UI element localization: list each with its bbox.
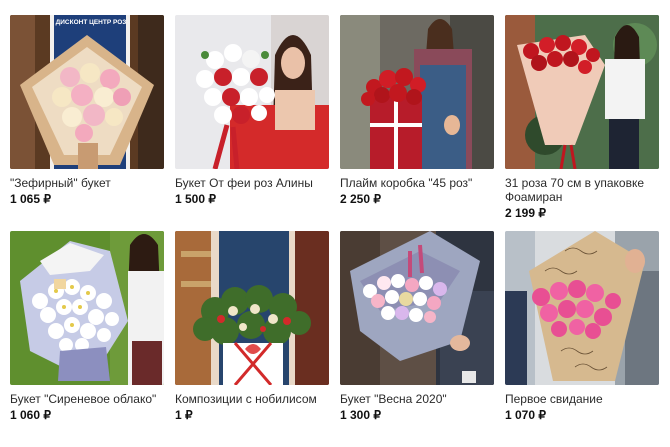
product-title[interactable]: Букет От феи роз Алины [175,176,329,190]
product-image-nobilis-composition[interactable] [175,231,329,385]
product-image-spring-mix[interactable] [340,231,494,385]
product-card[interactable]: ДИСКОНТ ЦЕНТР РОЗ "Зефирный" букет 1 065… [10,15,164,231]
product-card[interactable]: 31 роза 70 см в упаковке Фоамиран 2 199 … [505,15,659,231]
product-title[interactable]: "Зефирный" букет [10,176,164,190]
product-card[interactable]: Букет От феи роз Алины 1 500 ₽ [175,15,329,231]
apron-label: ДИСКОНТ ЦЕНТР РОЗ [56,19,127,26]
product-price: 1 065 ₽ [10,192,51,206]
product-price: 1 300 ₽ [340,408,381,422]
product-price: 2 250 ₽ [340,192,381,206]
product-title[interactable]: Плайм коробка "45 роз" [340,176,494,190]
product-card[interactable]: Букет "Весна 2020" 1 300 ₽ [340,231,494,447]
product-title[interactable]: Букет "Весна 2020" [340,392,494,406]
product-title[interactable]: Композиции с нобилисом [175,392,329,406]
product-image-white-chrysanthemums[interactable] [10,231,164,385]
product-title[interactable]: Букет "Сиреневое облако" [10,392,164,406]
product-price: 1 070 ₽ [505,408,546,422]
product-image-pink-roses[interactable] [505,231,659,385]
product-title[interactable]: Первое свидание [505,392,659,406]
product-price: 1 ₽ [175,408,193,422]
product-image-pastel-roses[interactable]: ДИСКОНТ ЦЕНТР РОЗ [10,15,164,169]
product-price: 1 060 ₽ [10,408,51,422]
product-image-long-red-roses[interactable] [505,15,659,169]
product-grid: ДИСКОНТ ЦЕНТР РОЗ "Зефирный" букет 1 065… [10,15,659,447]
product-card[interactable]: Букет "Сиреневое облако" 1 060 ₽ [10,231,164,447]
product-card[interactable]: Первое свидание 1 070 ₽ [505,231,659,447]
product-image-red-roses-box[interactable] [340,15,494,169]
product-card[interactable]: Композиции с нобилисом 1 ₽ [175,231,329,447]
product-card[interactable]: Плайм коробка "45 роз" 2 250 ₽ [340,15,494,231]
product-price: 1 500 ₽ [175,192,216,206]
product-title[interactable]: 31 роза 70 см в упаковке Фоамиран [505,176,659,204]
product-image-red-white-roses[interactable] [175,15,329,169]
product-price: 2 199 ₽ [505,206,546,220]
